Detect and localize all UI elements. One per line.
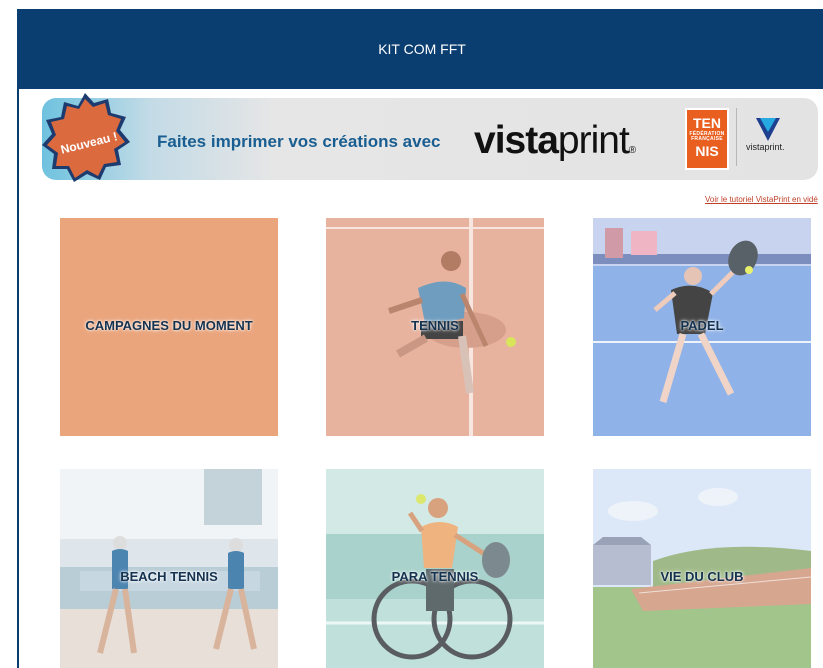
partner-label: vistaprint. — [746, 142, 785, 152]
tile-tennis[interactable]: TENNIS — [326, 218, 544, 436]
tile-label: VIE DU CLUB — [660, 569, 744, 584]
tile-vie-du-club[interactable]: VIE DU CLUB — [593, 469, 811, 668]
banner-divider — [736, 108, 737, 166]
vistaprint-wordmark: vistaprint® — [474, 119, 636, 162]
page-frame: KIT COM FFT Nouveau ! Faites imprimer vo… — [17, 9, 823, 668]
tile-campagnes[interactable]: CAMPAGNES DU MOMENT — [60, 218, 278, 436]
fft-logo: TEN FÉDÉRATION FRANÇAISE NIS — [685, 108, 729, 170]
tile-label: PADEL — [680, 318, 724, 333]
tile-label: TENNIS — [411, 318, 459, 333]
tile-label: CAMPAGNES DU MOMENT — [85, 318, 253, 333]
tile-padel[interactable]: PADEL — [593, 218, 811, 436]
promo-text: Faites imprimer vos créations avec — [157, 132, 441, 151]
vistaprint-logo-icon — [756, 118, 780, 141]
tile-para-tennis[interactable]: PARA TENNIS — [326, 469, 544, 668]
site-header: KIT COM FFT — [19, 9, 823, 89]
tutorial-link[interactable]: Voir le tutoriel VistaPrint en vidé — [705, 195, 818, 204]
tile-beach-tennis[interactable]: BEACH TENNIS — [60, 469, 278, 668]
tile-label: BEACH TENNIS — [120, 569, 218, 584]
vistaprint-banner[interactable]: Nouveau ! Faites imprimer vos créations … — [42, 93, 818, 182]
page-title: KIT COM FFT — [378, 41, 466, 57]
tile-label: PARA TENNIS — [391, 569, 479, 584]
